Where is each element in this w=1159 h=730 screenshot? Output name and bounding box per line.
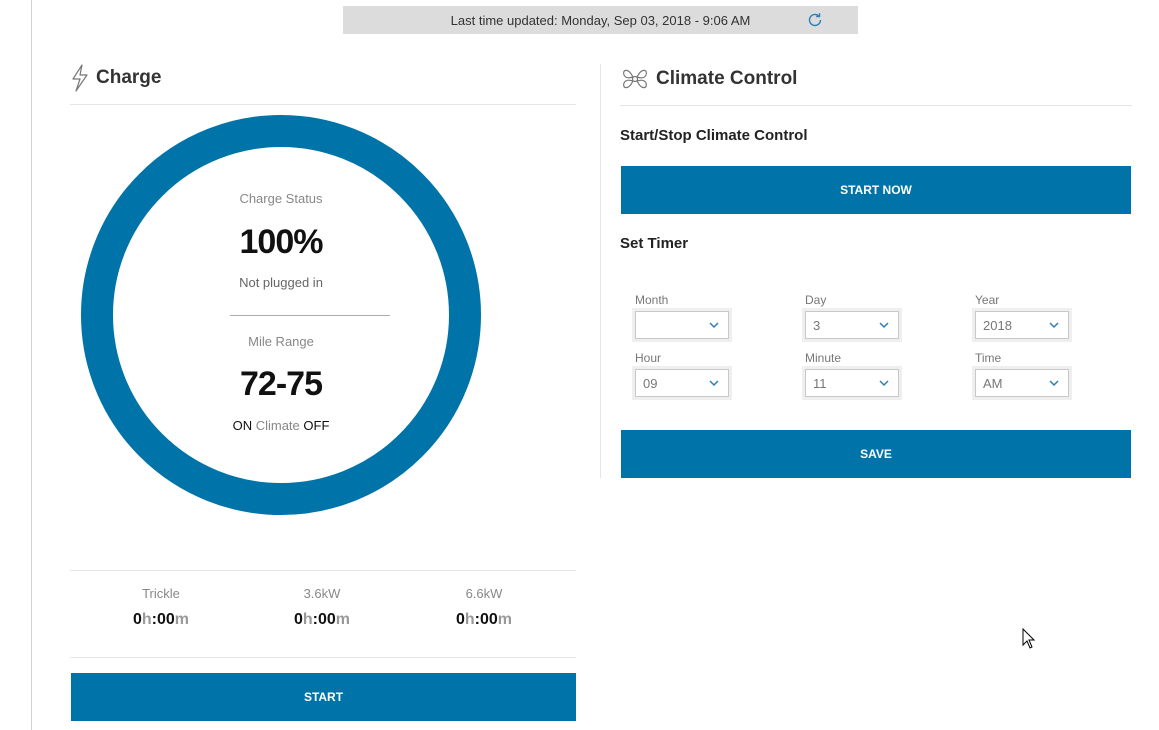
- timing-label: 3.6kW: [303, 586, 341, 601]
- timing-label: Trickle: [142, 586, 180, 601]
- ring-divider: [230, 315, 390, 316]
- hour-value: 09: [643, 375, 658, 391]
- charge-percent: 100%: [239, 223, 324, 261]
- save-timer-button[interactable]: SAVE: [621, 430, 1131, 478]
- climate-header: Climate Control: [620, 64, 797, 94]
- climate-title: Climate Control: [656, 68, 798, 89]
- day-label: Day: [805, 293, 827, 307]
- chevron-down-icon: [709, 380, 719, 387]
- hour-select[interactable]: 09: [635, 369, 729, 397]
- year-field: Year 2018: [975, 293, 1069, 339]
- timings-bottom-divider: [70, 657, 576, 658]
- day-field: Day 3: [805, 293, 899, 339]
- charge-status-label: Charge Status: [239, 191, 323, 206]
- last-updated-bar: Last time updated: Monday, Sep 03, 2018 …: [343, 6, 858, 34]
- climate-word: Climate: [255, 418, 300, 433]
- climate-on: ON: [232, 418, 253, 433]
- fan-icon: [623, 69, 647, 89]
- start-charge-button[interactable]: START: [71, 673, 576, 721]
- timing-value: 0h:00m: [132, 611, 190, 628]
- last-updated-text: Last time updated: Monday, Sep 03, 2018 …: [450, 12, 751, 28]
- minute-value: 11: [813, 375, 827, 391]
- minute-select[interactable]: 11: [805, 369, 899, 397]
- timing-value: 0h:00m: [455, 611, 513, 628]
- chevron-down-icon: [1049, 380, 1059, 387]
- minute-field: Minute 11: [805, 351, 899, 397]
- set-timer-title: Set Timer: [620, 235, 689, 252]
- time-label: Time: [975, 351, 1002, 365]
- timing-6-6kw: 6.6kW 0h:00m: [403, 586, 565, 629]
- time-value: AM: [983, 375, 1003, 391]
- charge-header-divider: [70, 104, 576, 105]
- left-border: [31, 0, 32, 730]
- start-stop-title: Start/Stop Climate Control: [620, 127, 808, 144]
- climate-header-divider: [620, 105, 1132, 106]
- mile-range-label: Mile Range: [248, 334, 314, 349]
- plug-status: Not plugged in: [239, 275, 323, 290]
- day-value: 3: [813, 317, 821, 333]
- year-value: 2018: [983, 317, 1012, 333]
- hour-label: Hour: [635, 351, 662, 365]
- mile-range-value: 72-75: [240, 365, 323, 403]
- hour-field: Hour 09: [635, 351, 729, 397]
- lightning-icon: [72, 64, 88, 92]
- month-select[interactable]: [635, 311, 729, 339]
- timing-3-6kw: 3.6kW 0h:00m: [241, 586, 403, 629]
- refresh-icon[interactable]: [806, 11, 824, 29]
- mouse-cursor-icon: [1022, 628, 1036, 649]
- month-field: Month: [635, 293, 729, 339]
- time-select[interactable]: AM: [975, 369, 1069, 397]
- climate-off: OFF: [303, 418, 330, 433]
- panel-separator: [600, 64, 601, 478]
- minute-label: Minute: [805, 351, 842, 365]
- year-select[interactable]: 2018: [975, 311, 1069, 339]
- timing-label: 6.6kW: [465, 586, 503, 601]
- chevron-down-icon: [879, 322, 889, 329]
- start-now-button[interactable]: START NOW: [621, 166, 1131, 214]
- chevron-down-icon: [709, 322, 719, 329]
- time-field: Time AM: [975, 351, 1069, 397]
- climate-status: ON Climate OFF: [113, 418, 449, 433]
- charge-title: Charge: [96, 67, 162, 88]
- charge-ring: Charge Status 100% Not plugged in Mile R…: [81, 115, 481, 515]
- chevron-down-icon: [1049, 322, 1059, 329]
- month-label: Month: [635, 293, 669, 307]
- timing-trickle: Trickle 0h:00m: [80, 586, 242, 629]
- year-label: Year: [975, 293, 1000, 307]
- timing-value: 0h:00m: [293, 611, 351, 628]
- charge-header: Charge: [70, 64, 161, 92]
- timings-top-divider: [70, 570, 576, 571]
- chevron-down-icon: [879, 380, 889, 387]
- day-select[interactable]: 3: [805, 311, 899, 339]
